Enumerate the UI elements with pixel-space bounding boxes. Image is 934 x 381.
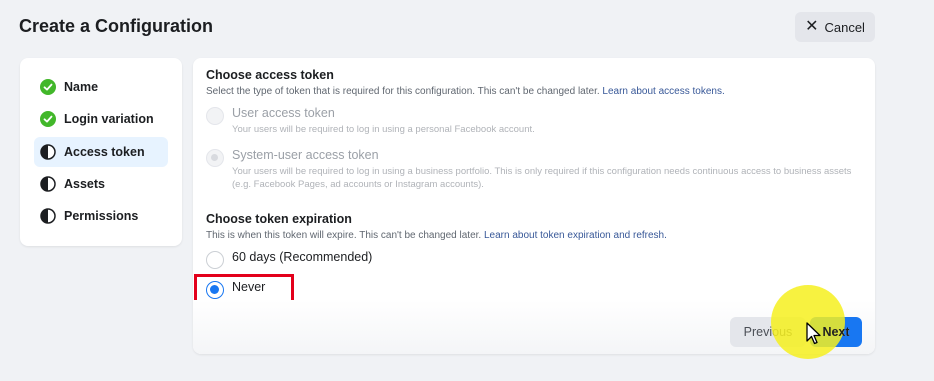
cancel-button[interactable]: ✕ Cancel [795,12,875,42]
radio-button[interactable] [206,149,224,167]
step-label: Name [64,80,99,94]
radio-60-days[interactable]: 60 days (Recommended) [206,250,372,269]
access-token-description-text: Select the type of token that is require… [206,86,600,97]
token-expiration-description-text: This is when this token will expire. Thi… [206,230,482,241]
radio-label: System-user access token [232,148,379,162]
radio-system-user-access-token[interactable]: System-user access token Your users will… [206,148,852,191]
radio-button[interactable] [206,251,224,269]
step-label: Permissions [64,209,139,223]
access-token-title: Choose access token [206,68,334,82]
step-access-token[interactable]: Access token [34,137,168,167]
steps-sidebar: Name Login variation Access token Assets… [20,58,182,246]
step-label: Login variation [64,112,154,126]
half-circle-icon [40,176,56,192]
token-expiration-description: This is when this token will expire. Thi… [206,230,667,241]
step-permissions[interactable]: Permissions [34,201,168,231]
radio-description: Your users will be required to log in us… [232,166,852,190]
learn-access-tokens-link[interactable]: Learn about access tokens. [602,86,724,97]
check-circle-icon [40,79,56,95]
step-name[interactable]: Name [34,72,168,102]
page-title: Create a Configuration [19,16,214,36]
access-token-description: Select the type of token that is require… [206,86,725,97]
next-button[interactable]: Next [810,317,862,347]
radio-label: 60 days (Recommended) [232,250,373,264]
previous-button[interactable]: Previous [730,317,806,347]
radio-user-access-token[interactable]: User access token Your users will be req… [206,106,852,136]
check-circle-icon [40,111,56,127]
half-circle-icon [40,144,56,160]
step-login-variation[interactable]: Login variation [34,104,168,134]
radio-button[interactable] [206,107,224,125]
step-label: Assets [64,177,105,191]
step-assets[interactable]: Assets [34,169,168,199]
radio-description: Your users will be required to log in us… [232,124,535,135]
token-expiration-title: Choose token expiration [206,212,352,226]
learn-token-expiration-link[interactable]: Learn about token expiration and refresh… [484,230,667,241]
close-icon: ✕ [805,18,819,35]
step-label: Access token [64,145,145,159]
radio-label: User access token [232,106,335,120]
half-circle-icon [40,208,56,224]
cancel-label: Cancel [824,19,865,35]
